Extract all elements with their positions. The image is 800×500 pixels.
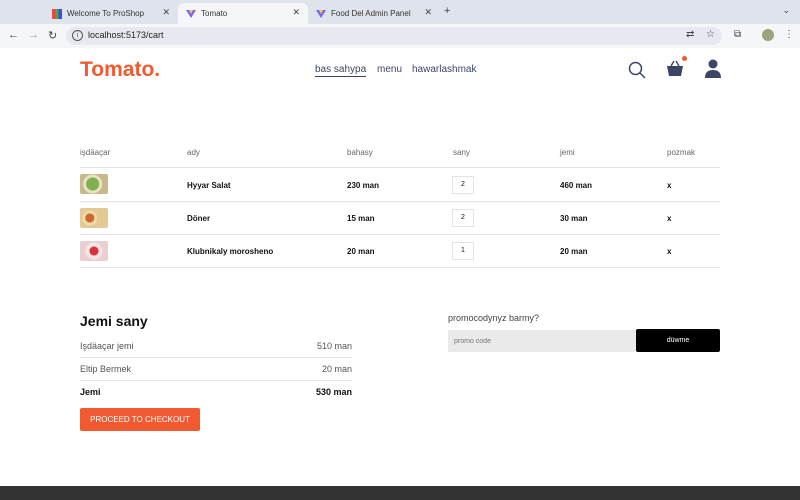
vite-favicon-icon xyxy=(316,9,326,19)
proceed-to-checkout-button[interactable]: PROCEED TO CHECKOUT xyxy=(80,408,200,431)
browser-tab-proshop[interactable]: Welcome To ProShop ✕ xyxy=(44,3,178,24)
close-tab-icon[interactable]: ✕ xyxy=(292,7,300,18)
tab-title: Tomato xyxy=(201,9,228,18)
item-name: Hyyar Salat xyxy=(187,181,231,190)
divider xyxy=(80,380,352,381)
item-total: 460 man xyxy=(560,181,593,190)
col-header-item: işdäaçar xyxy=(80,148,111,157)
item-quantity[interactable]: 2 xyxy=(452,209,474,227)
basket-icon[interactable] xyxy=(666,60,684,83)
item-total: 30 man xyxy=(560,214,588,223)
vite-favicon-icon xyxy=(186,9,196,19)
delivery-row: Eltip Bermek 20 man xyxy=(80,364,352,374)
subtotal-label: Işdäaçar jemi xyxy=(80,341,134,351)
url-text[interactable]: localhost:5173/cart xyxy=(88,30,164,40)
site-info-icon[interactable]: i xyxy=(72,30,83,41)
item-total: 20 man xyxy=(560,247,588,256)
remove-item-button[interactable]: x xyxy=(667,247,671,256)
site-logo[interactable]: Tomato. xyxy=(80,58,160,82)
food-thumbnail-image xyxy=(80,174,108,194)
col-header-remove: pozmak xyxy=(667,148,696,157)
total-row: Jemi 530 man xyxy=(80,387,352,397)
food-thumbnail-image xyxy=(80,241,108,261)
browser-toolbar: ← → ↻ i localhost:5173/cart ⇄ ☆ ⧉ ⋮ xyxy=(0,24,800,48)
cart-notification-dot xyxy=(682,56,687,61)
remove-item-button[interactable]: x xyxy=(667,214,671,223)
close-tab-icon[interactable]: ✕ xyxy=(162,7,170,18)
subtotal-row: Işdäaçar jemi 510 man xyxy=(80,341,352,351)
item-price: 230 man xyxy=(347,181,380,190)
item-quantity[interactable]: 2 xyxy=(452,176,474,194)
browser-tab-admin[interactable]: Food Del Admin Panel ✕ xyxy=(308,3,440,24)
delivery-value: 20 man xyxy=(321,364,352,374)
col-header-name: ady xyxy=(187,148,200,157)
col-header-qty: sany xyxy=(453,148,470,157)
remove-item-button[interactable]: x xyxy=(667,181,671,190)
tab-title: Welcome To ProShop xyxy=(67,9,145,18)
nav-menu[interactable]: menu xyxy=(377,64,402,75)
extensions-icon[interactable]: ⧉ xyxy=(734,29,741,40)
search-icon[interactable] xyxy=(628,61,646,84)
divider xyxy=(80,234,720,235)
item-quantity[interactable]: 1 xyxy=(452,242,474,260)
footer xyxy=(0,486,800,500)
divider xyxy=(80,167,720,168)
profile-avatar[interactable] xyxy=(762,29,774,41)
forward-arrow-icon[interactable]: → xyxy=(28,29,39,41)
cart-totals-title: Jemi sany xyxy=(80,313,148,329)
new-tab-icon[interactable]: + xyxy=(444,5,450,17)
reload-icon[interactable]: ↻ xyxy=(48,29,57,42)
bookmark-star-icon[interactable]: ☆ xyxy=(706,29,715,40)
delivery-label: Eltip Bermek xyxy=(80,364,132,374)
item-name: Döner xyxy=(187,214,211,223)
promo-code-label: promocodynyz barmy? xyxy=(448,313,540,323)
close-tab-icon[interactable]: ✕ xyxy=(424,7,432,18)
nav-home[interactable]: bas sahypa xyxy=(315,64,367,77)
total-label: Jemi xyxy=(80,387,101,397)
address-bar[interactable]: i localhost:5173/cart ⇄ ☆ xyxy=(66,27,722,45)
item-name: Klubnikaly morosheno xyxy=(187,247,274,256)
divider xyxy=(80,357,352,358)
browser-menu-icon[interactable]: ⋮ xyxy=(784,29,794,40)
item-price: 15 man xyxy=(347,214,375,223)
nav-contact[interactable]: hawarlashmak xyxy=(412,64,476,75)
translate-icon[interactable]: ⇄ xyxy=(686,29,694,40)
col-header-total: jemi xyxy=(560,148,575,157)
tab-title: Food Del Admin Panel xyxy=(331,9,411,18)
food-thumbnail-image xyxy=(80,208,108,228)
divider xyxy=(80,267,720,268)
promo-submit-button[interactable]: düwme xyxy=(636,329,720,352)
divider xyxy=(80,201,720,202)
browser-tab-tomato[interactable]: Tomato ✕ xyxy=(178,3,308,24)
tab-search-chevron-icon[interactable]: ⌄ xyxy=(782,5,790,16)
col-header-price: bahasy xyxy=(347,148,373,157)
total-value: 530 man xyxy=(315,387,352,397)
item-price: 20 man xyxy=(347,247,375,256)
browser-tab-bar: Welcome To ProShop ✕ Tomato ✕ Food Del A… xyxy=(0,0,800,24)
back-arrow-icon[interactable]: ← xyxy=(8,29,19,41)
subtotal-value: 510 man xyxy=(316,341,352,351)
proshop-favicon-icon xyxy=(52,8,62,19)
user-profile-icon[interactable] xyxy=(704,59,722,84)
promo-code-input[interactable] xyxy=(448,330,636,352)
